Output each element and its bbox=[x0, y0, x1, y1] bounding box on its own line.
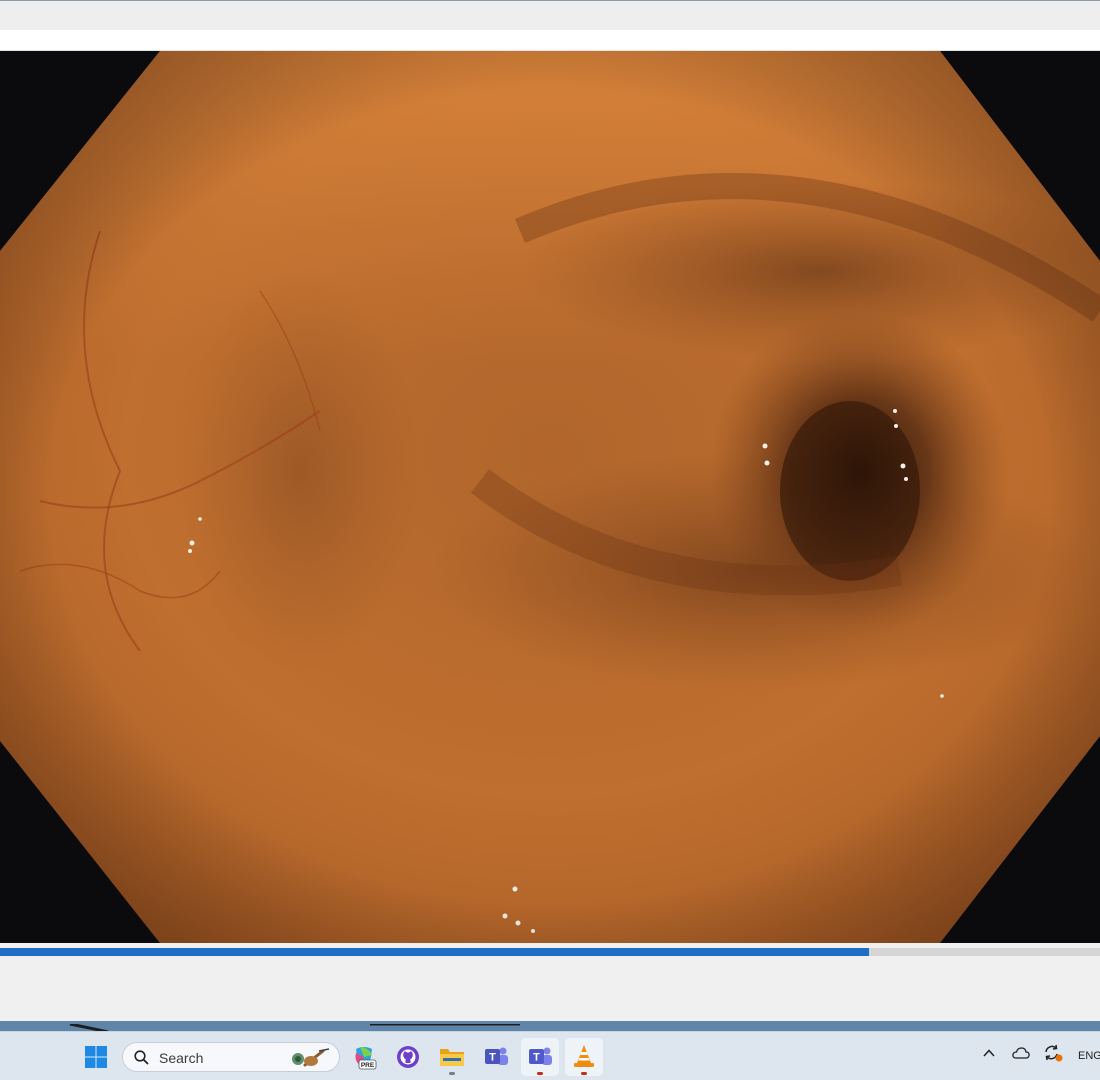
start-button[interactable] bbox=[77, 1038, 115, 1076]
search-highlight-illustration-icon bbox=[292, 1048, 330, 1067]
teams-new-letter: T bbox=[533, 1052, 540, 1064]
cloud-icon bbox=[1012, 1047, 1030, 1059]
show-hidden-icons-button[interactable] bbox=[982, 1046, 996, 1065]
tray-sync-status[interactable] bbox=[1043, 1044, 1063, 1067]
vlc-cone-icon bbox=[574, 1045, 594, 1067]
video-display[interactable] bbox=[0, 51, 1100, 943]
teams-icon: T bbox=[485, 1047, 508, 1065]
notification-indicator bbox=[537, 1072, 543, 1075]
copilot-icon: PRE bbox=[355, 1047, 377, 1070]
tray-onedrive[interactable] bbox=[1012, 1046, 1030, 1065]
folder-icon bbox=[440, 1049, 464, 1066]
chevron-up-icon bbox=[983, 1049, 995, 1057]
windows-taskbar: Search PRE T T ENG bbox=[0, 1031, 1100, 1080]
running-indicator bbox=[581, 1072, 587, 1075]
sync-icon bbox=[1045, 1044, 1063, 1062]
taskbar-app-vlc[interactable] bbox=[565, 1038, 603, 1076]
teams-icon: T bbox=[529, 1047, 552, 1065]
taskbar-app-github-desktop[interactable] bbox=[389, 1038, 427, 1076]
search-placeholder: Search bbox=[159, 1050, 204, 1066]
seek-bar[interactable] bbox=[0, 948, 1100, 956]
running-indicator bbox=[449, 1072, 455, 1075]
taskbar-app-copilot[interactable]: PRE bbox=[345, 1038, 383, 1076]
seek-bar-progress bbox=[0, 948, 869, 956]
desktop-wallpaper bbox=[0, 1021, 1100, 1031]
player-controls bbox=[0, 943, 1100, 1021]
teams-classic-letter: T bbox=[489, 1052, 496, 1064]
language-indicator[interactable]: ENG bbox=[1078, 1050, 1100, 1062]
search-icon bbox=[134, 1050, 149, 1065]
title-bar[interactable] bbox=[0, 0, 1100, 30]
github-desktop-icon bbox=[397, 1046, 419, 1068]
taskbar-app-file-explorer[interactable] bbox=[433, 1038, 471, 1076]
taskbar-search-input[interactable]: Search bbox=[122, 1042, 340, 1072]
endoscopy-video-frame bbox=[0, 51, 1100, 943]
media-player-window bbox=[0, 0, 1100, 1030]
copilot-pre-badge: PRE bbox=[361, 1062, 375, 1069]
windows-logo-icon bbox=[85, 1046, 107, 1068]
menu-bar[interactable] bbox=[0, 30, 1100, 51]
taskbar-app-teams-classic[interactable]: T bbox=[477, 1038, 515, 1076]
taskbar-app-teams-new[interactable]: T bbox=[521, 1038, 559, 1076]
